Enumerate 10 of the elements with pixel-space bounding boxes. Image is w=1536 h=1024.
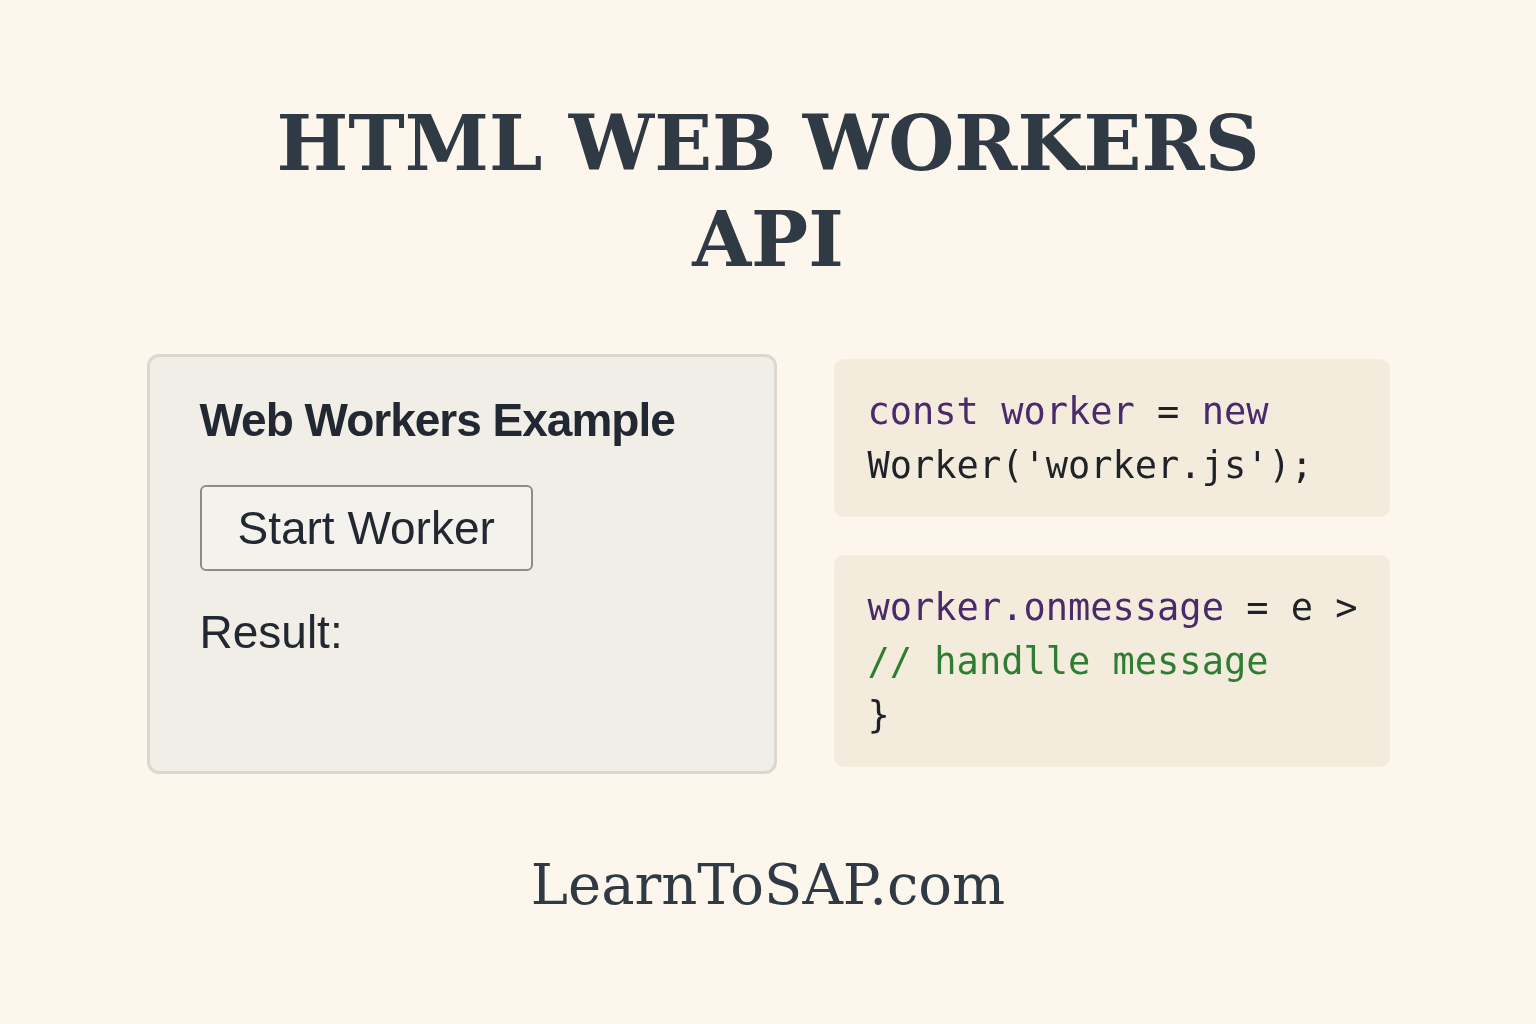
result-label: Result:: [199, 605, 344, 659]
start-worker-button[interactable]: Start Worker: [199, 485, 533, 571]
code-line: }: [867, 693, 890, 739]
code-line: worker.onmessage = e >: [867, 585, 1358, 631]
page-title: HTML WEB WORKERS API: [275, 98, 1261, 286]
site-name: LearnToSAP.com: [530, 852, 1006, 917]
demo-heading: Web Workers Example: [199, 393, 676, 447]
code-line: const worker = new: [867, 389, 1269, 435]
code-line: Worker('worker.js');: [867, 443, 1314, 489]
code-line: // handlle message: [867, 639, 1269, 685]
